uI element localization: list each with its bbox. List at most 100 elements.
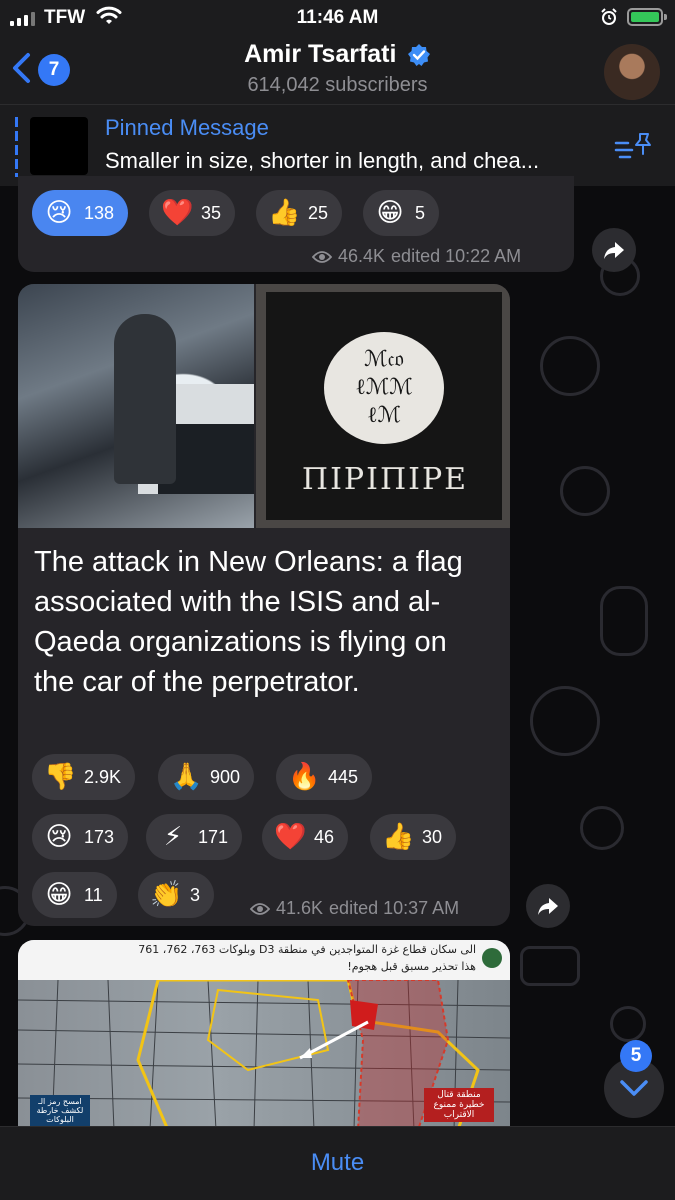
- reaction-count: 30: [422, 826, 443, 847]
- wallpaper-doodle: [520, 946, 580, 986]
- reaction-chip[interactable]: 🔥 445: [276, 754, 373, 800]
- grinning-face-icon: 😁: [45, 880, 73, 910]
- pinned-message-bar[interactable]: Pinned Message Smaller in size, shorter …: [0, 104, 675, 186]
- reaction-count: 46: [314, 826, 335, 847]
- reaction-count: 900: [210, 766, 241, 787]
- reaction-chip[interactable]: ❤️ 46: [262, 814, 349, 860]
- reaction-chip[interactable]: 😢 138: [32, 190, 129, 236]
- reaction-count: 11: [84, 884, 103, 905]
- flag-seal: ℳ𝔠𝔬 ℓℳℳ ℓℳ: [324, 332, 444, 444]
- map-header-line: الى سكان قطاع غزة المتواجدين في منطقة D3…: [138, 943, 476, 956]
- reaction-count: 138: [84, 202, 115, 223]
- share-arrow-icon: [604, 242, 624, 259]
- reaction-chip[interactable]: 👏 3: [138, 872, 215, 918]
- subscriber-count: 614,042 subscribers: [247, 74, 428, 96]
- reaction-count: 171: [198, 826, 229, 847]
- flag-photo[interactable]: ℳ𝔠𝔬 ℓℳℳ ℓℳ ΠΙΡΙΠΙΡΕ: [256, 284, 510, 528]
- pinned-list-icon[interactable]: [614, 131, 654, 161]
- person-silhouette: [114, 314, 176, 484]
- idf-emblem-icon: [482, 948, 502, 968]
- reaction-count: 5: [415, 202, 426, 223]
- channel-title-row[interactable]: Amir Tsarfati: [0, 40, 675, 69]
- clapping-hands-icon: 👏: [150, 880, 183, 910]
- qr-instruction-label: امسح رمز الـ لكشف خارطة البلوكات: [30, 1095, 90, 1126]
- bottom-bar: Mute: [0, 1126, 675, 1200]
- share-arrow-icon: [538, 898, 558, 915]
- battery-level: [631, 12, 659, 22]
- chat-header: 7 Amir Tsarfati 614,042 subscribers: [0, 36, 675, 104]
- forward-button[interactable]: [526, 884, 570, 928]
- crying-face-icon: 😢: [45, 198, 73, 228]
- reaction-count: 3: [190, 884, 201, 905]
- mute-button[interactable]: Mute: [0, 1149, 675, 1177]
- reaction-count: 2.9K: [84, 766, 122, 787]
- reaction-chip[interactable]: 😁 5: [363, 190, 440, 236]
- clock: 11:46 AM: [296, 7, 379, 28]
- forward-button[interactable]: [592, 228, 636, 272]
- grinning-face-icon: 😁: [376, 198, 404, 228]
- heart-icon: ❤️: [274, 822, 307, 852]
- alarm-icon: [601, 8, 617, 25]
- eye-icon: [312, 250, 332, 263]
- pinned-indicator: [15, 117, 18, 177]
- flag-seal-line: ℓℳℳ: [355, 375, 413, 400]
- praying-hands-icon: 🙏: [170, 762, 203, 792]
- reaction-chip[interactable]: 😁 11: [32, 872, 117, 918]
- verified-badge-icon: [407, 43, 430, 66]
- map-header-line: هذا تحذير مسبق قبل هجوم!: [347, 960, 476, 973]
- wallpaper-doodle: [540, 336, 600, 396]
- custom-emoji-icon: ⚡: [163, 822, 183, 852]
- status-bar: TFW 11:46 AM: [0, 0, 675, 36]
- danger-zone-label: منطقة قتال خطيرة ممنوع الاقتراب: [424, 1088, 494, 1122]
- message-meta: 46.4K edited 10:22 AM: [312, 246, 521, 267]
- flag-script: ΠΙΡΙΠΙΡΕ: [301, 462, 469, 497]
- channel-title[interactable]: Amir Tsarfati: [244, 40, 396, 69]
- wallpaper-doodle: [560, 466, 610, 516]
- battery-icon: [627, 8, 667, 26]
- message-bubble[interactable]: 😢 138 ❤️ 35 👍 25 😁 5 46.4K edited 10:22 …: [18, 176, 574, 272]
- thumbs-up-icon: 👍: [382, 822, 415, 852]
- message-text: The attack in New Orleans: a flag associ…: [34, 546, 463, 698]
- gaza-warning-map-image[interactable]: الى سكان قطاع غزة المتواجدين في منطقة D3…: [18, 940, 510, 1130]
- battery-nub: [664, 14, 667, 20]
- pinned-thumbnail: [30, 117, 88, 175]
- heart-icon: ❤️: [161, 198, 194, 228]
- message-bubble[interactable]: ℳ𝔠𝔬 ℓℳℳ ℓℳ ΠΙΡΙΠΙΡΕ The attack in New Or…: [18, 284, 510, 926]
- reaction-count: 25: [308, 202, 329, 223]
- black-flag: ℳ𝔠𝔬 ℓℳℳ ℓℳ ΠΙΡΙΠΙΡΕ: [266, 292, 502, 520]
- pinned-preview-text: Smaller in size, shorter in length, and …: [105, 148, 540, 173]
- reaction-chip[interactable]: 👎 2.9K: [32, 754, 136, 800]
- wallpaper-doodle: [530, 686, 600, 756]
- thumbs-down-icon: 👎: [44, 762, 77, 792]
- reaction-chip[interactable]: 👍 25: [256, 190, 343, 236]
- reaction-chip[interactable]: 😢 173: [32, 814, 129, 860]
- attack-scene-photo[interactable]: [18, 284, 254, 528]
- chevron-down-icon: [620, 1080, 648, 1096]
- message-bubble[interactable]: الى سكان قطاع غزة المتواجدين في منطقة D3…: [18, 940, 510, 1130]
- reaction-chip[interactable]: ❤️ 35: [149, 190, 236, 236]
- edited-time: edited 10:37 AM: [329, 898, 460, 918]
- reaction-chip[interactable]: 👍 30: [370, 814, 457, 860]
- pinned-title: Pinned Message: [105, 115, 269, 140]
- reaction-count: 173: [84, 826, 115, 847]
- reaction-count: 445: [328, 766, 359, 787]
- reaction-count: 35: [201, 202, 222, 223]
- flag-seal-line: ℳ𝔠𝔬: [364, 347, 404, 372]
- message-meta: 41.6K edited 10:37 AM: [250, 898, 459, 919]
- channel-avatar[interactable]: [604, 44, 660, 100]
- view-count: 41.6K: [276, 898, 324, 918]
- unread-messages-badge[interactable]: 5: [620, 1040, 652, 1072]
- reaction-chip[interactable]: 🙏 900: [158, 754, 255, 800]
- flag-seal-line: ℓℳ: [366, 403, 402, 428]
- edited-time: edited 10:22 AM: [391, 246, 522, 266]
- crying-face-icon: 😢: [45, 822, 73, 852]
- wallpaper-doodle: [580, 806, 624, 850]
- thumbs-up-icon: 👍: [268, 198, 301, 228]
- fire-icon: 🔥: [288, 762, 321, 792]
- wallpaper-doodle: [600, 586, 648, 656]
- map-header: الى سكان قطاع غزة المتواجدين في منطقة D3…: [18, 940, 510, 980]
- eye-icon: [250, 902, 270, 915]
- reaction-chip[interactable]: ⚡ 171: [146, 814, 243, 860]
- wallpaper-doodle: [610, 1006, 646, 1042]
- view-count: 46.4K: [338, 246, 386, 266]
